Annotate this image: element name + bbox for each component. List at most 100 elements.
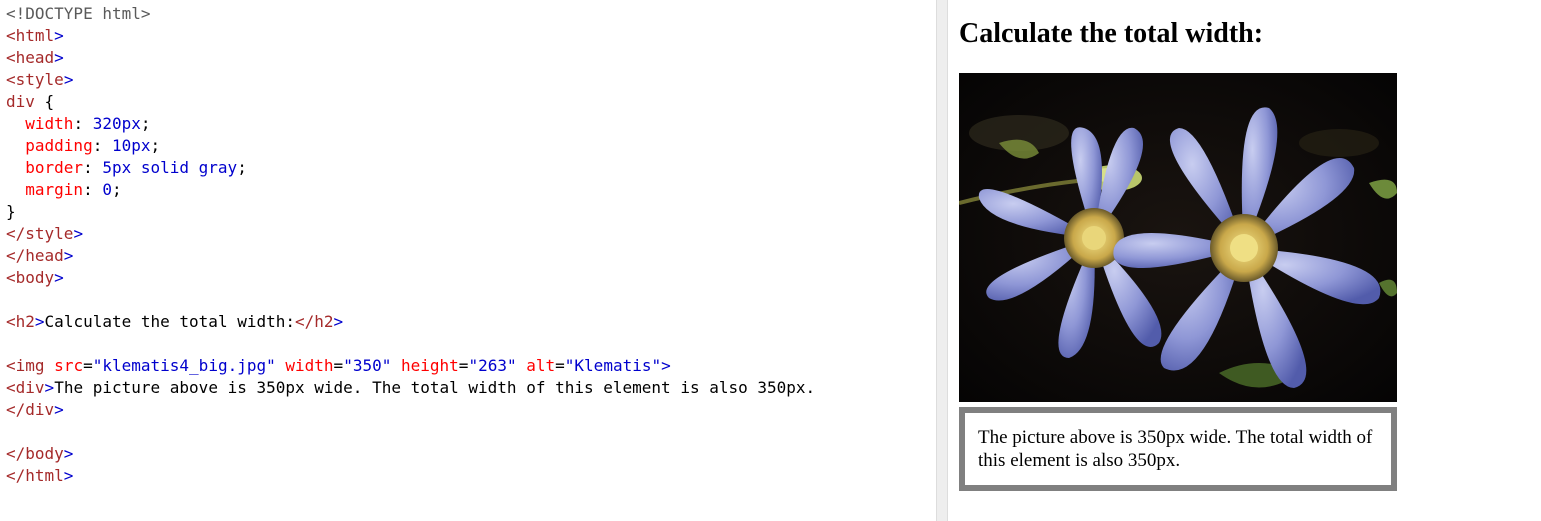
code-token-text: { xyxy=(34,92,55,111)
code-token-tag: </ xyxy=(295,312,315,331)
code-line[interactable]: </div> xyxy=(6,399,936,421)
code-token-text: ; xyxy=(111,180,122,199)
code-token-tag: html xyxy=(25,466,64,485)
code-token-text: The picture above is 350px wide. The tot… xyxy=(54,378,816,397)
code-token-value: 0 xyxy=(102,180,112,199)
code-line[interactable]: <head> xyxy=(6,47,936,69)
code-token-tag: div xyxy=(25,400,55,419)
code-token-tag: html xyxy=(15,26,55,45)
code-token-tag: < xyxy=(6,356,16,375)
code-token-tag: </ xyxy=(6,246,26,265)
code-token-attrval: "350" xyxy=(343,356,392,375)
code-line[interactable]: padding: 10px; xyxy=(6,135,936,157)
code-line[interactable]: <div>The picture above is 350px wide. Th… xyxy=(6,377,936,399)
code-token-bracket: > xyxy=(63,444,74,463)
code-line[interactable]: </style> xyxy=(6,223,936,245)
code-token-attrval: "klematis4_big.jpg" xyxy=(92,356,276,375)
code-token-attr: width xyxy=(275,356,334,375)
code-line[interactable]: <img src="klematis4_big.jpg" width="350"… xyxy=(6,355,936,377)
code-token-text: Calculate the total width: xyxy=(44,312,295,331)
code-token-tag: </ xyxy=(6,466,26,485)
code-token-doctype: <!DOCTYPE html> xyxy=(6,4,151,23)
code-line[interactable]: margin: 0; xyxy=(6,179,936,201)
code-token-tag: </ xyxy=(6,444,26,463)
code-token-value: 5px solid gray xyxy=(102,158,238,177)
code-token-prop: padding xyxy=(25,136,93,155)
code-token-text: : xyxy=(92,136,112,155)
code-token-tag: < xyxy=(6,268,16,287)
code-token-bracket: > xyxy=(54,400,64,419)
code-editor[interactable]: <!DOCTYPE html> <html> <head> <style> div { … xyxy=(0,0,936,521)
code-token-prop: width xyxy=(25,114,74,133)
code-token-attr: height xyxy=(391,356,459,375)
code-token-tag: style xyxy=(15,70,64,89)
code-token-tag: h2 xyxy=(314,312,334,331)
code-token-tag: img xyxy=(15,356,45,375)
code-line[interactable]: div { xyxy=(6,91,936,113)
code-token-bracket: > xyxy=(34,312,45,331)
code-token-value: 10px xyxy=(111,136,151,155)
code-token-text: ; xyxy=(150,136,161,155)
code-token-attr: alt xyxy=(516,356,556,375)
code-token-tag: < xyxy=(6,378,16,397)
code-token-tag: </ xyxy=(6,400,26,419)
code-token-bracket: > xyxy=(333,312,344,331)
code-token-bracket: > xyxy=(63,70,74,89)
code-token-bracket: > xyxy=(63,466,74,485)
code-line[interactable]: <body> xyxy=(6,267,936,289)
klematis-flower-image xyxy=(959,73,1397,402)
code-token-tag: head xyxy=(15,48,55,67)
code-token-attrval: "Klematis" xyxy=(564,356,662,375)
code-token-text: ; xyxy=(237,158,247,177)
code-line[interactable]: <h2>Calculate the total width:</h2> xyxy=(6,311,936,333)
code-token-bracket: > xyxy=(73,224,84,243)
code-token-tag: body xyxy=(15,268,55,287)
result-heading: Calculate the total width: xyxy=(959,18,1264,49)
code-token-bracket: > xyxy=(44,378,55,397)
code-line[interactable]: } xyxy=(6,201,936,223)
code-token-tag: </ xyxy=(6,224,26,243)
code-line[interactable]: </head> xyxy=(6,245,936,267)
code-token-text: : xyxy=(83,158,103,177)
result-width-box: The picture above is 350px wide. The tot… xyxy=(959,407,1397,491)
code-token-tag: h2 xyxy=(15,312,35,331)
code-token-tag: head xyxy=(25,246,64,265)
code-line[interactable]: <style> xyxy=(6,69,936,91)
code-token-tag: < xyxy=(6,312,16,331)
pane-splitter[interactable] xyxy=(936,0,948,521)
code-line[interactable]: width: 320px; xyxy=(6,113,936,135)
code-token-text: = xyxy=(458,356,469,375)
code-line[interactable] xyxy=(6,421,936,443)
code-line[interactable] xyxy=(6,289,936,311)
code-line[interactable] xyxy=(6,333,936,355)
code-token-prop: margin xyxy=(25,180,84,199)
code-line[interactable]: <!DOCTYPE html> xyxy=(6,3,936,25)
code-token-text: : xyxy=(83,180,103,199)
code-token-tag: < xyxy=(6,48,16,67)
code-token-bracket: > xyxy=(54,48,64,67)
code-line[interactable]: </html> xyxy=(6,465,936,487)
code-line[interactable]: <html> xyxy=(6,25,936,47)
code-token-bracket: > xyxy=(54,26,64,45)
code-token-text: = xyxy=(555,356,565,375)
code-token-text: : xyxy=(73,114,93,133)
code-token-bracket: > xyxy=(661,356,671,375)
code-token-text: = xyxy=(333,356,344,375)
code-text[interactable]: <!DOCTYPE html> <html> <head> <style> div { … xyxy=(6,3,936,487)
code-token-tag: < xyxy=(6,26,16,45)
code-line[interactable]: </body> xyxy=(6,443,936,465)
code-token-text: ; xyxy=(140,114,151,133)
result-frame: Calculate the total width: The picture a… xyxy=(948,0,1541,521)
code-token-tag: body xyxy=(25,444,64,463)
tryit-editor: <!DOCTYPE html> <html> <head> <style> div { … xyxy=(0,0,1541,521)
code-line[interactable]: border: 5px solid gray; xyxy=(6,157,936,179)
code-token-text: = xyxy=(83,356,93,375)
code-token-bracket: > xyxy=(54,268,64,287)
code-token-prop: border xyxy=(25,158,84,177)
code-token-selector: div xyxy=(6,92,35,111)
code-token-text: } xyxy=(6,202,16,221)
